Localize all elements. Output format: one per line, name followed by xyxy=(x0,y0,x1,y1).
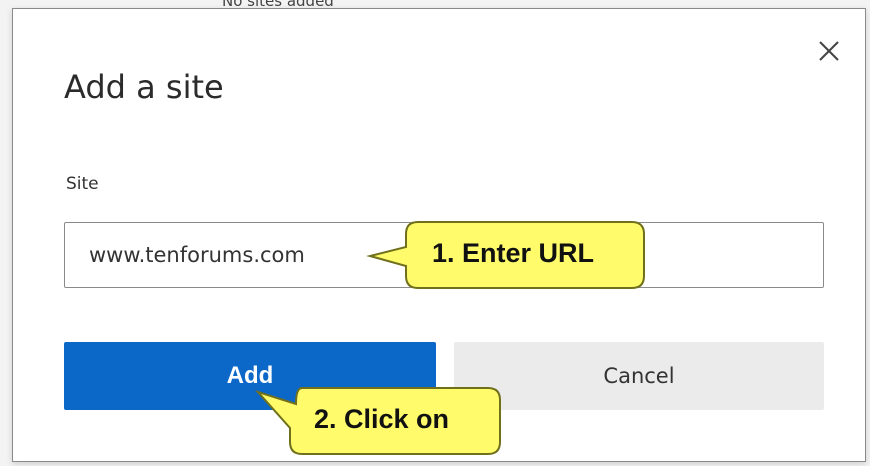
callout-enter-url-text: 1. Enter URL xyxy=(432,238,595,268)
callout-shapes xyxy=(254,221,645,455)
callout-click-on-text: 2. Click on xyxy=(314,404,450,434)
